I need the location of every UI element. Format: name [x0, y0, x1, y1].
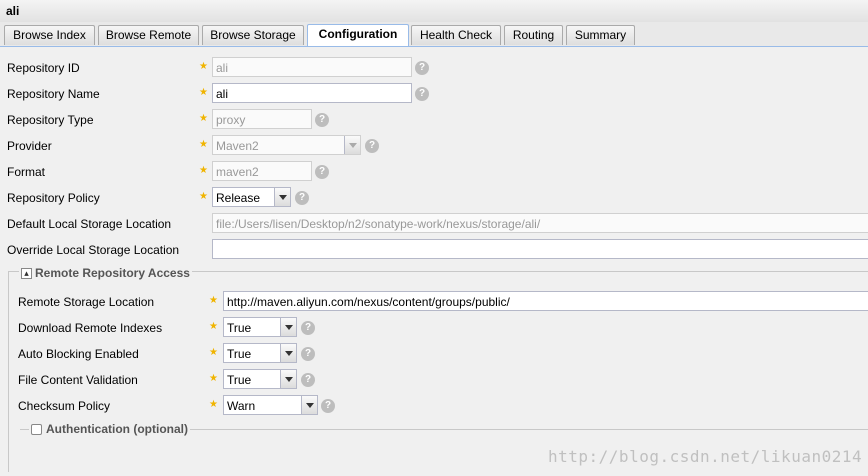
authentication-checkbox[interactable] — [31, 424, 42, 436]
provider-value: Maven2 — [216, 139, 259, 153]
repository-id-field[interactable]: ali — [212, 57, 412, 77]
required-star-icon: ★ — [209, 295, 218, 306]
format-label: Format — [7, 165, 46, 179]
help-icon[interactable]: ? — [301, 347, 315, 361]
chevron-down-icon[interactable] — [301, 396, 317, 414]
help-icon[interactable]: ? — [315, 165, 329, 179]
auto-blocking-enabled-value: True — [227, 347, 252, 361]
download-remote-indexes-select[interactable]: True — [223, 317, 297, 337]
auto-blocking-enabled-label: Auto Blocking Enabled — [18, 347, 139, 361]
provider-label: Provider — [7, 139, 52, 153]
repository-type-field[interactable]: proxy — [212, 109, 312, 129]
remote-storage-location-field[interactable]: http://maven.aliyun.com/nexus/content/gr… — [223, 291, 868, 311]
checksum-policy-value: Warn — [227, 399, 256, 413]
window-titlebar: ali — [0, 0, 868, 23]
checksum-policy-select[interactable]: Warn — [223, 395, 318, 415]
file-content-validation-select[interactable]: True — [223, 369, 297, 389]
required-star-icon: ★ — [199, 165, 208, 176]
file-content-validation-value: True — [227, 373, 252, 387]
help-icon[interactable]: ? — [415, 87, 429, 101]
help-icon[interactable]: ? — [321, 399, 335, 413]
required-star-icon: ★ — [199, 87, 208, 98]
authentication-legend: Authentication (optional) — [29, 422, 190, 436]
tab-strip: Browse Index Browse Remote Browse Storag… — [0, 22, 868, 47]
tab-configuration[interactable]: Configuration — [307, 24, 409, 46]
override-local-storage-field[interactable] — [212, 239, 868, 259]
repository-type-label: Repository Type — [7, 113, 94, 127]
remote-access-legend: ▴ Remote Repository Access — [19, 266, 192, 280]
provider-select[interactable]: Maven2 — [212, 135, 361, 155]
chevron-down-icon[interactable] — [280, 318, 296, 336]
auto-blocking-enabled-select[interactable]: True — [223, 343, 297, 363]
repository-name-field[interactable]: ali — [212, 83, 412, 103]
repository-policy-value: Release — [216, 191, 261, 205]
file-content-validation-label: File Content Validation — [18, 373, 138, 387]
format-field[interactable]: maven2 — [212, 161, 312, 181]
collapse-icon[interactable]: ▴ — [21, 268, 32, 280]
tab-browse-remote[interactable]: Browse Remote — [98, 25, 199, 45]
help-icon[interactable]: ? — [315, 113, 329, 127]
repository-name-label: Repository Name — [7, 87, 100, 101]
required-star-icon: ★ — [209, 321, 218, 332]
required-star-icon: ★ — [199, 191, 208, 202]
tab-routing[interactable]: Routing — [504, 25, 563, 45]
required-star-icon: ★ — [199, 61, 208, 72]
default-local-storage-field[interactable]: file:/Users/lisen/Desktop/n2/sonatype-wo… — [212, 213, 868, 233]
tab-browse-storage[interactable]: Browse Storage — [202, 25, 304, 45]
chevron-down-icon[interactable] — [274, 188, 290, 206]
authentication-legend-text: Authentication (optional) — [46, 422, 188, 436]
tab-summary[interactable]: Summary — [566, 25, 635, 45]
help-icon[interactable]: ? — [301, 373, 315, 387]
override-local-storage-label: Override Local Storage Location — [7, 243, 180, 257]
required-star-icon: ★ — [209, 373, 218, 384]
download-remote-indexes-label: Download Remote Indexes — [18, 321, 163, 335]
help-icon[interactable]: ? — [415, 61, 429, 75]
checksum-policy-label: Checksum Policy — [18, 399, 111, 413]
repository-id-label: Repository ID — [7, 61, 80, 75]
help-icon[interactable]: ? — [295, 191, 309, 205]
tab-health-check[interactable]: Health Check — [411, 25, 501, 45]
required-star-icon: ★ — [199, 139, 208, 150]
download-remote-indexes-value: True — [227, 321, 252, 335]
help-icon[interactable]: ? — [301, 321, 315, 335]
help-icon[interactable]: ? — [365, 139, 379, 153]
repository-policy-label: Repository Policy — [7, 191, 100, 205]
required-star-icon: ★ — [209, 347, 218, 358]
watermark-text: http://blog.csdn.net/likuan0214 — [548, 447, 863, 466]
remote-access-legend-text: Remote Repository Access — [35, 266, 190, 280]
chevron-down-icon[interactable] — [280, 370, 296, 388]
chevron-down-icon[interactable] — [280, 344, 296, 362]
required-star-icon: ★ — [209, 399, 218, 410]
required-star-icon: ★ — [199, 113, 208, 124]
repository-policy-select[interactable]: Release — [212, 187, 291, 207]
remote-storage-location-label: Remote Storage Location — [18, 295, 155, 309]
chevron-down-icon[interactable] — [344, 136, 360, 154]
window-title: ali — [6, 4, 20, 18]
tab-browse-index[interactable]: Browse Index — [4, 25, 95, 45]
default-local-storage-label: Default Local Storage Location — [7, 217, 172, 231]
